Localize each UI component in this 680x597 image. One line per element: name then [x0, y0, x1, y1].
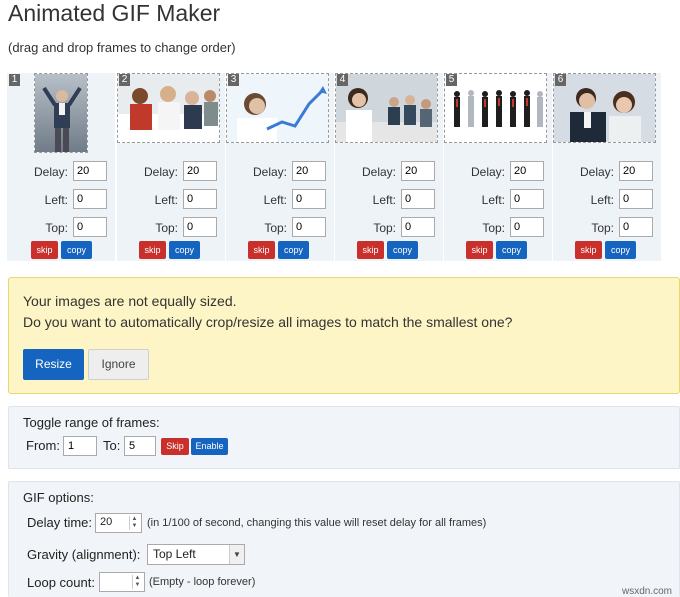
delay-label: Delay:	[33, 165, 68, 179]
left-label: Left:	[590, 193, 614, 207]
frame-card-6[interactable]: 6 Delay: Left: Top: skip copy	[553, 73, 661, 261]
range-enable-button[interactable]: Enable	[191, 438, 228, 455]
size-warning-box: Your images are not equally sized. Do yo…	[8, 277, 680, 394]
to-label: To:	[103, 438, 121, 453]
copy-button[interactable]: copy	[61, 241, 92, 259]
watermark: wsxdn.com	[621, 586, 672, 597]
from-input[interactable]	[63, 436, 97, 456]
delay-input[interactable]	[183, 161, 217, 181]
delay-time-label: Delay time:	[27, 515, 93, 530]
from-label: From:	[26, 438, 60, 453]
page-subtitle: (drag and drop frames to change order)	[8, 40, 236, 55]
skip-button[interactable]: skip	[139, 241, 166, 259]
frame-thumbnail-4[interactable]	[335, 73, 438, 143]
frame-thumbnail-1[interactable]	[34, 73, 88, 153]
delay-time-note: (in 1/100 of second, changing this value…	[147, 517, 487, 529]
delay-label: Delay:	[470, 165, 505, 179]
toggle-range-title: Toggle range of frames:	[23, 415, 160, 430]
stepper-arrows-icon[interactable]: ▲ ▼	[132, 575, 142, 589]
left-label: Left:	[372, 193, 396, 207]
delay-input[interactable]	[73, 161, 107, 181]
top-input[interactable]	[510, 217, 544, 237]
frame-number-badge: 1	[9, 74, 20, 86]
frame-thumbnail-2[interactable]	[117, 73, 220, 143]
left-input[interactable]	[510, 189, 544, 209]
top-label: Top:	[264, 221, 287, 235]
loop-count-note: (Empty - loop forever)	[149, 576, 256, 588]
gravity-select[interactable]: Top Left ▼	[147, 544, 245, 565]
frame-card-2[interactable]: 2 Delay: Left: Top: skip copy	[117, 73, 225, 261]
frame-thumbnail-3[interactable]	[226, 73, 329, 143]
top-input[interactable]	[73, 217, 107, 237]
delay-time-stepper[interactable]: 20 ▲ ▼	[95, 513, 142, 533]
delay-label: Delay:	[143, 165, 178, 179]
frame-card-4[interactable]: 4 Delay: Left: Top: skip copy	[335, 73, 443, 261]
top-label: Top:	[45, 221, 68, 235]
resize-button[interactable]: Resize	[23, 349, 84, 380]
left-input[interactable]	[292, 189, 326, 209]
left-input[interactable]	[401, 189, 435, 209]
toggle-range-panel: Toggle range of frames: From: To: Skip E…	[8, 406, 680, 469]
gif-options-title: GIF options:	[23, 490, 94, 505]
delay-label: Delay:	[361, 165, 396, 179]
skip-button[interactable]: skip	[248, 241, 275, 259]
delay-label: Delay:	[252, 165, 287, 179]
delay-label: Delay:	[579, 165, 614, 179]
frames-strip: 1 Delay: Left: Top: skip copy 2	[7, 73, 663, 261]
top-input[interactable]	[292, 217, 326, 237]
page-title: Animated GIF Maker	[8, 0, 221, 26]
ignore-button[interactable]: Ignore	[88, 349, 149, 380]
frame-number-badge: 6	[555, 74, 566, 86]
delay-input[interactable]	[401, 161, 435, 181]
left-input[interactable]	[183, 189, 217, 209]
top-label: Top:	[482, 221, 505, 235]
frame-number-badge: 5	[446, 74, 457, 86]
frame-number-badge: 3	[228, 74, 239, 86]
gravity-label: Gravity (alignment):	[27, 547, 141, 562]
stepper-arrows-icon[interactable]: ▲ ▼	[129, 516, 139, 530]
copy-button[interactable]: copy	[496, 241, 527, 259]
gif-options-panel: GIF options: Delay time: 20 ▲ ▼ (in 1/100…	[8, 481, 680, 597]
copy-button[interactable]: copy	[387, 241, 418, 259]
left-label: Left:	[263, 193, 287, 207]
top-label: Top:	[155, 221, 178, 235]
frame-thumbnail-5[interactable]	[444, 73, 547, 143]
frame-number-badge: 4	[337, 74, 348, 86]
left-label: Left:	[481, 193, 505, 207]
gravity-selected-value: Top Left	[153, 547, 196, 561]
loop-count-label: Loop count:	[27, 575, 95, 590]
frame-thumbnail-6[interactable]	[553, 73, 656, 143]
delay-input[interactable]	[510, 161, 544, 181]
range-skip-button[interactable]: Skip	[161, 438, 189, 455]
copy-button[interactable]: copy	[278, 241, 309, 259]
warning-line-1: Your images are not equally sized.	[23, 293, 237, 309]
frame-number-badge: 2	[119, 74, 130, 86]
warning-line-2: Do you want to automatically crop/resize…	[23, 314, 513, 330]
to-input[interactable]	[124, 436, 156, 456]
frame-card-3[interactable]: 3 Delay: Left: Top: skip copy	[226, 73, 334, 261]
chevron-down-icon: ▼	[229, 545, 244, 564]
skip-button[interactable]: skip	[357, 241, 384, 259]
left-label: Left:	[44, 193, 68, 207]
copy-button[interactable]: copy	[605, 241, 636, 259]
left-input[interactable]	[73, 189, 107, 209]
top-label: Top:	[373, 221, 396, 235]
frame-card-5[interactable]: 5 Delay: Left: Top: skip cop	[444, 73, 552, 261]
top-input[interactable]	[619, 217, 653, 237]
top-input[interactable]	[183, 217, 217, 237]
top-label: Top:	[591, 221, 614, 235]
skip-button[interactable]: skip	[31, 241, 58, 259]
left-input[interactable]	[619, 189, 653, 209]
loop-count-stepper[interactable]: ▲ ▼	[99, 572, 145, 592]
delay-input[interactable]	[619, 161, 653, 181]
skip-button[interactable]: skip	[466, 241, 493, 259]
skip-button[interactable]: skip	[575, 241, 602, 259]
top-input[interactable]	[401, 217, 435, 237]
delay-time-value: 20	[100, 516, 113, 528]
copy-button[interactable]: copy	[169, 241, 200, 259]
left-label: Left:	[154, 193, 178, 207]
frame-card-1[interactable]: 1 Delay: Left: Top: skip copy	[7, 73, 115, 261]
delay-input[interactable]	[292, 161, 326, 181]
